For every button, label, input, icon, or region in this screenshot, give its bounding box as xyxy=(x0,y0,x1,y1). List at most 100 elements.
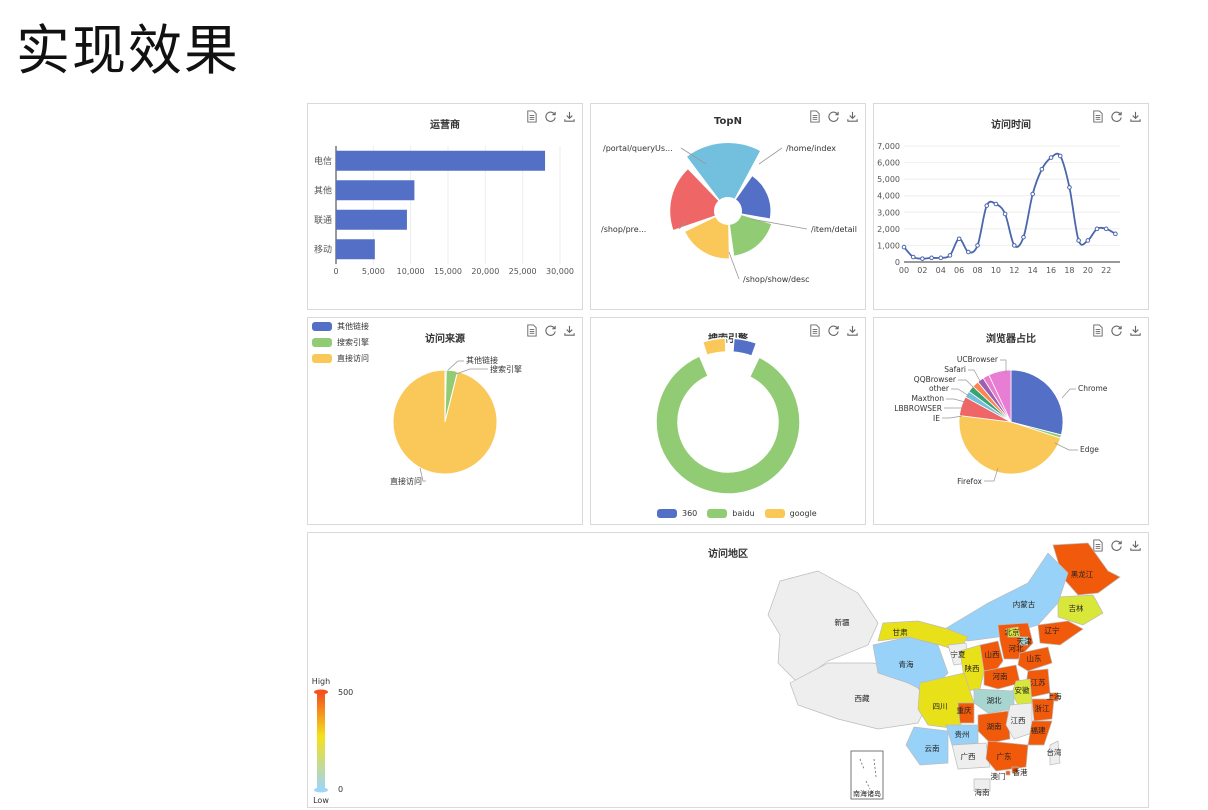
data-point xyxy=(1011,243,1017,248)
x-tick-label: 12 xyxy=(1009,266,1019,275)
y-tick-label: 移动 xyxy=(314,243,332,255)
x-tick-label: 10 xyxy=(991,266,1001,275)
province-region xyxy=(1005,770,1011,776)
visual-map-handle xyxy=(314,787,328,793)
visual-map-max: 500 xyxy=(338,688,353,697)
province-label: 陕西 xyxy=(965,663,980,673)
y-tick-label: 3,000 xyxy=(877,208,900,217)
province-label: 澳门 xyxy=(991,771,1006,781)
data-point xyxy=(1030,191,1035,197)
province-label: 江西 xyxy=(1011,716,1027,725)
slice-label: other xyxy=(929,384,950,393)
province-label: 天津 xyxy=(1017,637,1033,646)
x-tick-label: 04 xyxy=(936,266,946,275)
data-point xyxy=(1021,234,1026,240)
province-label: 内蒙古 xyxy=(1013,599,1036,609)
visit-source-pie-chart: 其他链接搜索引擎直接访问 xyxy=(390,355,522,486)
visit-time-line-chart: 01,0002,0003,0004,0005,0006,0007,00000 02… xyxy=(877,142,1120,275)
slice-label: Chrome xyxy=(1078,384,1108,393)
legend-item[interactable]: 360 xyxy=(657,509,697,518)
province-label: 台湾 xyxy=(1047,747,1063,757)
province-label: 香港 xyxy=(1013,767,1029,777)
province-label: 四川 xyxy=(933,702,948,711)
x-tick-label: 16 xyxy=(1046,266,1056,275)
visual-map-min: 0 xyxy=(338,785,343,794)
data-point xyxy=(975,243,980,248)
x-tick-label: 06 xyxy=(954,266,964,275)
donut-slice xyxy=(655,355,801,495)
province-label: 广西 xyxy=(961,751,976,761)
data-point xyxy=(984,203,990,208)
visit-time-panel: 访问时间 0 1,000 2,000 3,000 4,000 5,000 6,000 7,00… xyxy=(873,103,1149,310)
donut-slice xyxy=(732,337,758,357)
x-tick-label: 00 xyxy=(899,266,909,275)
y-tick-label: 5,000 xyxy=(877,175,900,184)
data-point xyxy=(1002,211,1008,217)
province-label: 辽宁 xyxy=(1045,625,1060,635)
bar xyxy=(336,150,546,171)
visual-map-handle xyxy=(314,689,328,695)
y-tick-label: 电信 xyxy=(314,155,332,167)
slice-label: Edge xyxy=(1080,445,1099,454)
province-label: 重庆 xyxy=(957,705,972,715)
y-tick-label: 7,000 xyxy=(877,142,900,151)
y-tick-label: 1,000 xyxy=(877,241,900,250)
label-line xyxy=(758,147,783,165)
province-label: 北京 xyxy=(1005,627,1020,637)
data-point xyxy=(1076,238,1081,243)
search-engine-legend: 360 baidu google xyxy=(657,509,817,523)
slice-label: Firefox xyxy=(957,477,982,486)
province-label: 海南 xyxy=(975,787,990,797)
legend-swatch xyxy=(707,509,728,518)
data-point xyxy=(1048,155,1054,160)
bar xyxy=(336,180,415,201)
data-point xyxy=(938,255,944,261)
province-label: 安徽 xyxy=(1015,685,1031,695)
y-tick-label: 联通 xyxy=(314,215,332,226)
legend-swatch xyxy=(764,509,785,518)
data-point xyxy=(947,253,953,258)
data-point xyxy=(1094,226,1100,232)
data-point xyxy=(1057,153,1063,159)
slice-label: /home/index xyxy=(786,144,836,153)
label-line xyxy=(968,369,981,382)
data-point xyxy=(1113,231,1118,237)
operator-bar-chart: 0 5,000 10,000 15,000 20,000 25,000 30,000 电信其他… xyxy=(314,146,574,276)
legend-item[interactable]: baidu xyxy=(707,509,755,518)
legend-label: 360 xyxy=(682,509,698,518)
search-engine-panel: 搜索引擎 360 baidu google xyxy=(590,317,866,525)
browser-pie-chart: Chrome Edge Firefox IELBBROWSERMaxthonother… xyxy=(894,355,1108,486)
series-line xyxy=(903,152,1116,260)
topn-panel: TopN /home/index/item/detail/shop/show/d… xyxy=(590,103,866,310)
data-point xyxy=(1103,226,1109,232)
south-sea-label: 南海诸岛 xyxy=(853,789,881,798)
data-point xyxy=(956,236,962,242)
province-label: 湖北 xyxy=(987,696,1002,705)
legend-swatch xyxy=(657,509,677,518)
x-tick-label: 20 xyxy=(1083,266,1093,275)
donut-slice xyxy=(701,337,727,357)
y-tick-label: 4,000 xyxy=(877,192,900,201)
region-panel: 访问地区 High 500 0 Low 黑龙江 吉林 辽宁 内蒙古 新疆 西藏 甘肃 青海 宁夏 陕西 山西… xyxy=(307,532,1149,808)
slice-label: QQBrowser xyxy=(914,375,957,384)
province-label: 甘肃 xyxy=(893,627,908,637)
legend-item[interactable]: google xyxy=(764,509,817,518)
province-label: 福建 xyxy=(1031,725,1047,735)
label-line xyxy=(1061,388,1076,399)
legend-label: baidu xyxy=(732,509,755,518)
slice-label: Maxthon xyxy=(911,394,944,403)
x-tick-label: 08 xyxy=(972,266,982,275)
y-tick-label: 其他 xyxy=(314,184,332,196)
data-point xyxy=(1067,185,1072,190)
data-point xyxy=(920,256,925,261)
slice-label: /item/detail xyxy=(811,225,857,234)
province-label: 湖南 xyxy=(987,721,1002,731)
x-tick-label: 02 xyxy=(917,266,927,275)
label-line xyxy=(447,360,464,371)
province-label: 浙江 xyxy=(1035,703,1051,713)
province-label: 广东 xyxy=(997,751,1012,761)
visual-map-bar xyxy=(317,693,325,789)
legend-label: google xyxy=(789,509,817,518)
province-label: 黑龙江 xyxy=(1071,569,1094,579)
data-point xyxy=(966,249,971,255)
